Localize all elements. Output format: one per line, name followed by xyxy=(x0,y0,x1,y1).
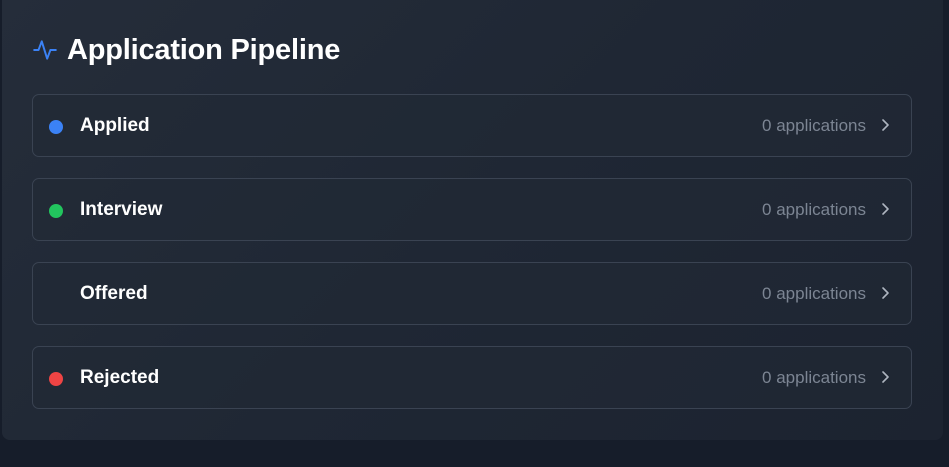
stage-count: 0 applications xyxy=(762,367,866,387)
activity-icon xyxy=(32,37,58,63)
stage-count: 0 applications xyxy=(762,115,866,135)
stage-label: Offered xyxy=(80,282,148,304)
stage-label: Applied xyxy=(80,114,150,136)
stage-count: 0 applications xyxy=(762,283,866,303)
stage-label: Rejected xyxy=(80,366,160,388)
stage-count: 0 applications xyxy=(762,199,866,219)
status-dot xyxy=(49,120,63,134)
stage-interview[interactable]: Interview 0 applications xyxy=(32,178,912,241)
stage-applied[interactable]: Applied 0 applications xyxy=(32,94,912,157)
stage-rejected[interactable]: Rejected 0 applications xyxy=(32,346,912,409)
stage-offered[interactable]: Offered 0 applications xyxy=(32,262,912,325)
chevron-right-icon xyxy=(879,117,891,133)
chevron-right-icon xyxy=(879,369,891,385)
page-title: Application Pipeline xyxy=(67,33,341,66)
application-pipeline-panel: Application Pipeline Applied 0 applicati… xyxy=(2,0,943,440)
panel-header: Application Pipeline xyxy=(32,30,340,70)
chevron-right-icon xyxy=(879,201,891,217)
stage-label: Interview xyxy=(80,198,163,220)
status-dot xyxy=(49,372,63,386)
chevron-right-icon xyxy=(879,285,891,301)
status-dot xyxy=(49,288,63,302)
status-dot xyxy=(49,204,63,218)
